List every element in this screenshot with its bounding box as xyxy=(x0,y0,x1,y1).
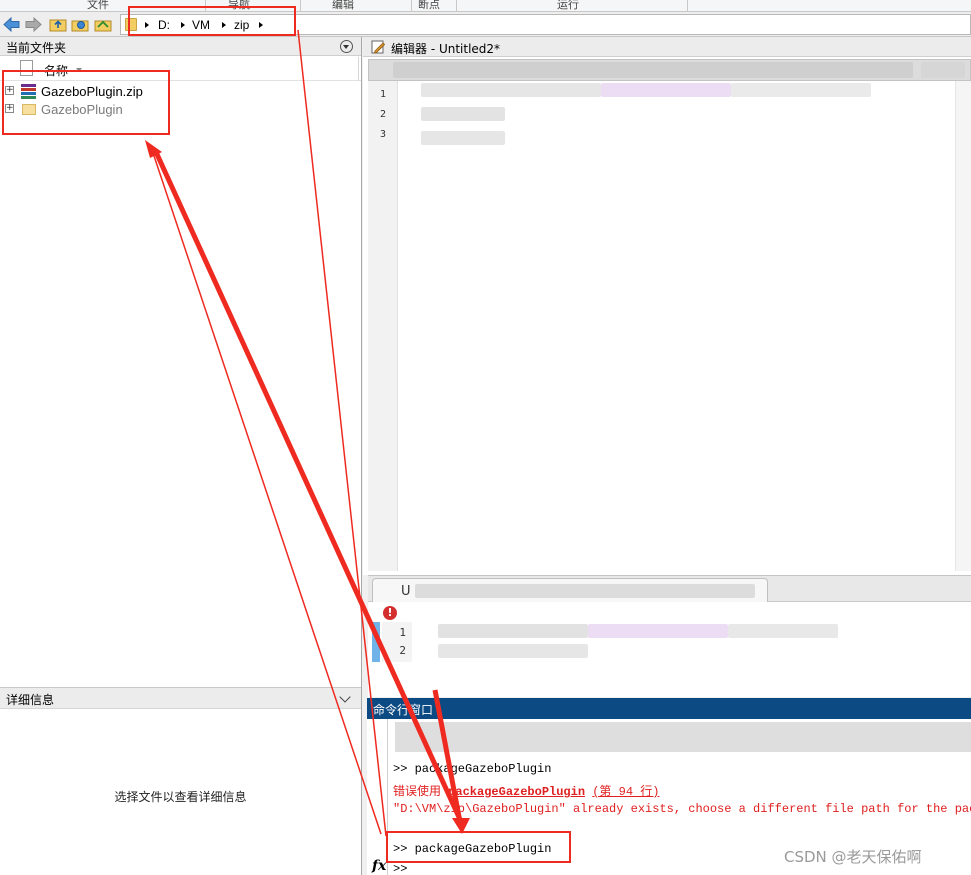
blurred-tab-text xyxy=(415,584,755,598)
current-folder-header: 当前文件夹 xyxy=(0,37,361,56)
blurred-tabs xyxy=(921,62,965,78)
ribbon-separator xyxy=(300,0,301,12)
issues-pane: U ! 1 2 xyxy=(368,575,971,697)
blurred-code xyxy=(731,83,871,97)
blurred-code xyxy=(438,624,588,638)
blurred-code xyxy=(728,624,838,638)
editor-tab-strip[interactable] xyxy=(368,59,971,81)
find-folder-icon[interactable] xyxy=(94,16,112,33)
editor-scrollbar[interactable] xyxy=(955,81,971,571)
ribbon-tab-edit[interactable]: 编辑 xyxy=(332,0,354,12)
forward-arrow-icon[interactable] xyxy=(24,16,42,33)
watermark: CSDN @老天保佑啊 xyxy=(784,848,922,866)
command-window-header: 命令行窗口 xyxy=(367,698,971,719)
issues-tab[interactable]: U xyxy=(372,578,768,602)
blurred-code xyxy=(588,624,728,638)
ribbon-separator xyxy=(411,0,412,12)
issues-tabbar: U xyxy=(368,576,971,602)
command-history-line: >> packageGazeboPlugin xyxy=(393,762,552,776)
line-number: 2 xyxy=(399,644,406,657)
back-arrow-icon[interactable] xyxy=(3,16,21,33)
error-message: "D:\VM\zip\GazeboPlugin" already exists,… xyxy=(393,802,971,816)
chevron-down-icon[interactable] xyxy=(339,691,351,703)
line-number: 1 xyxy=(379,89,386,100)
error-icon: ! xyxy=(383,606,397,620)
line-number: 2 xyxy=(379,109,386,120)
ribbon-tab-breakpoints[interactable]: 断点 xyxy=(418,0,440,12)
annotation-box-address xyxy=(128,6,296,36)
ribbon-tab-file[interactable]: 文件 xyxy=(87,0,109,12)
error-function-link[interactable]: packageGazeboPlugin xyxy=(448,785,585,799)
ribbon-tab-run[interactable]: 运行 xyxy=(557,0,579,12)
editor-header: 编辑器 - Untitled2* xyxy=(363,37,971,57)
issues-tab-label: U xyxy=(401,584,411,599)
ribbon-separator xyxy=(456,0,457,12)
error-line: 错误使用 packageGazeboPlugin (第 94 行) xyxy=(393,782,659,799)
blurred-code xyxy=(601,83,731,97)
fx-icon[interactable]: fx xyxy=(372,858,386,874)
ribbon-separator xyxy=(687,0,688,12)
editor-panel: 编辑器 - Untitled2* 1 2 3 xyxy=(363,37,971,575)
blurred-output xyxy=(395,722,971,752)
details-hint: 选择文件以查看详细信息 xyxy=(114,790,247,804)
current-folder-panel: 当前文件夹 名称 + GazeboPlugin.zip + GazeboPlug… xyxy=(0,37,362,875)
up-folder-icon[interactable] xyxy=(49,16,67,33)
pencil-icon xyxy=(371,40,385,54)
details-body: 选择文件以查看详细信息 xyxy=(0,710,361,875)
line-number: 1 xyxy=(399,626,406,639)
details-header[interactable]: 详细信息 xyxy=(0,687,361,709)
command-prompt-input[interactable]: >> xyxy=(393,862,407,875)
blurred-code xyxy=(421,131,505,145)
details-title: 详细信息 xyxy=(6,693,55,707)
column-divider[interactable] xyxy=(358,57,359,81)
panel-menu-icon[interactable] xyxy=(340,40,353,53)
issues-marker-bar xyxy=(372,622,380,662)
blurred-code xyxy=(421,83,601,97)
browse-folder-icon[interactable] xyxy=(71,16,89,33)
matlab-window: 文件 导航 编辑 断点 运行 D: VM zip 当前文件夹 名称 + Gaze… xyxy=(0,0,971,875)
panel-title: 当前文件夹 xyxy=(6,41,67,55)
error-prefix: 错误使用 xyxy=(393,785,449,799)
line-number-gutter: 1 2 3 xyxy=(368,81,398,571)
line-number: 3 xyxy=(379,129,386,140)
blurred-code xyxy=(421,107,505,121)
annotation-box-command xyxy=(386,831,571,863)
blurred-code xyxy=(438,644,588,658)
blurred-tabs xyxy=(393,62,913,78)
command-window-title: 命令行窗口 xyxy=(373,703,434,717)
issues-line-gutter: 1 2 xyxy=(382,622,412,662)
error-location-link[interactable]: (第 94 行) xyxy=(592,785,659,799)
editor-title: 编辑器 - Untitled2* xyxy=(391,42,501,56)
annotation-box-files xyxy=(2,70,170,135)
